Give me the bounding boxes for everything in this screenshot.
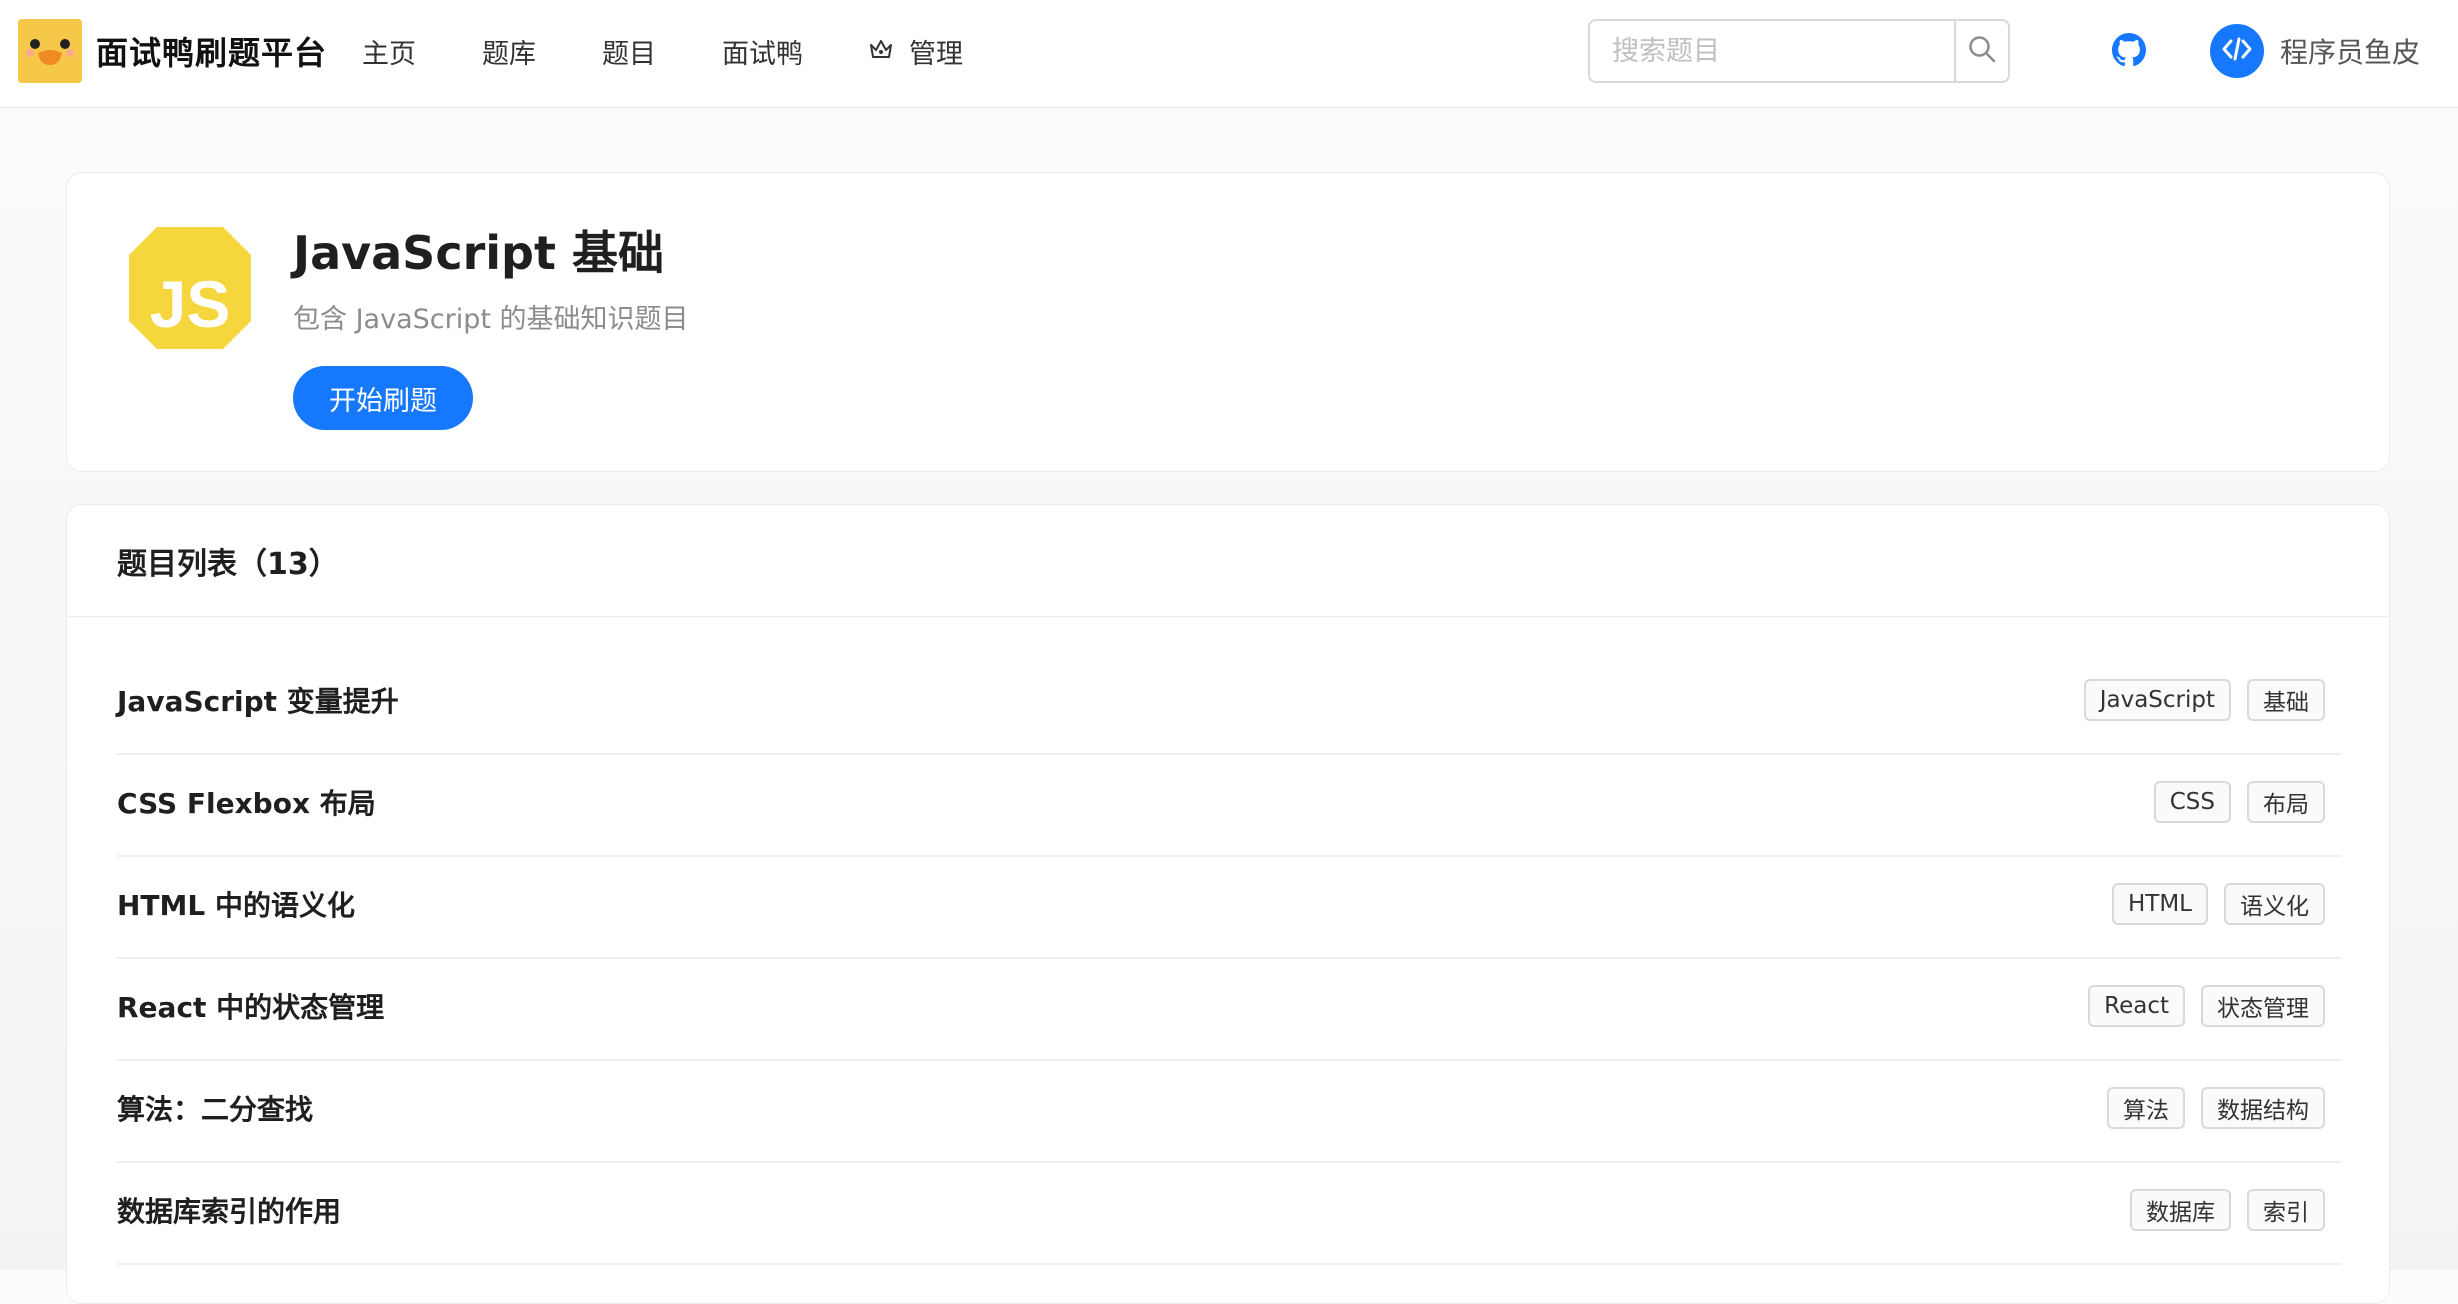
question-title[interactable]: CSS Flexbox 布局	[117, 782, 376, 822]
nav-label: 面试鸭	[722, 38, 803, 70]
tag: 布局	[2247, 781, 2325, 823]
tag: 语义化	[2224, 883, 2325, 925]
nav-item-home[interactable]: 主页	[362, 32, 416, 71]
tag-group: React 状态管理	[2072, 985, 2341, 1027]
tag-group: 数据库 索引	[2114, 1189, 2341, 1231]
search-box	[1588, 19, 2010, 83]
question-row[interactable]: HTML 中的语义化 HTML 语义化	[117, 857, 2341, 959]
user-menu[interactable]: 程序员鱼皮	[2210, 24, 2420, 78]
tag: 基础	[2247, 679, 2325, 721]
tag: 算法	[2107, 1087, 2185, 1129]
tag-group: CSS 布局	[2138, 781, 2341, 823]
search-input[interactable]	[1590, 21, 1954, 81]
nav-label: 主页	[362, 38, 416, 70]
search-button[interactable]	[1954, 21, 2008, 81]
avatar	[2210, 24, 2264, 78]
crown-icon	[869, 36, 893, 67]
question-row[interactable]: 算法：二分查找 算法 数据结构	[117, 1061, 2341, 1163]
question-row[interactable]: CSS Flexbox 布局 CSS 布局	[117, 755, 2341, 857]
question-row[interactable]: JavaScript 变量提升 JavaScript 基础	[117, 653, 2341, 755]
tag: HTML	[2111, 883, 2208, 925]
search-icon	[1967, 34, 1997, 68]
question-row[interactable]: 数据库索引的作用 数据库 索引	[117, 1163, 2341, 1265]
tag: CSS	[2153, 781, 2231, 823]
nav-item-question-banks[interactable]: 题库	[482, 32, 536, 71]
question-list-card: 题目列表（13） JavaScript 变量提升 JavaScript 基础 C…	[66, 504, 2390, 1304]
tag: React	[2088, 985, 2185, 1027]
top-navbar: 面试鸭刷题平台 主页 题库 题目 面试鸭 管理 搜索题目 程序员鱼皮	[0, 0, 2458, 108]
question-title[interactable]: 算法：二分查找	[117, 1088, 313, 1128]
github-icon[interactable]	[2112, 33, 2146, 67]
question-bank-card: JS JavaScript 基础 包含 JavaScript 的基础知识题目 开…	[66, 172, 2390, 472]
nav-label: 题目	[602, 38, 656, 70]
question-list: JavaScript 变量提升 JavaScript 基础 CSS Flexbo…	[117, 653, 2341, 1265]
question-title[interactable]: HTML 中的语义化	[117, 884, 355, 924]
tag-group: 算法 数据结构	[2091, 1087, 2341, 1129]
question-title[interactable]: React 中的状态管理	[117, 986, 384, 1026]
user-name: 程序员鱼皮	[2280, 36, 2421, 69]
tag-group: JavaScript 基础	[2068, 679, 2341, 721]
bank-description: 包含 JavaScript 的基础知识题目	[293, 304, 689, 335]
tag: JavaScript	[2083, 679, 2231, 721]
tag: 索引	[2247, 1189, 2325, 1231]
duck-logo-icon	[18, 19, 82, 83]
question-title[interactable]: 数据库索引的作用	[117, 1190, 341, 1230]
brand-name: 面试鸭刷题平台	[96, 34, 328, 72]
javascript-logo-text: JS	[150, 267, 231, 341]
question-row[interactable]: React 中的状态管理 React 状态管理	[117, 959, 2341, 1061]
tag-group: HTML 语义化	[2096, 883, 2341, 925]
nav-label: 题库	[482, 38, 536, 70]
code-brackets-icon	[2219, 31, 2255, 71]
tag: 数据结构	[2201, 1087, 2325, 1129]
question-list-title: 题目列表（13）	[67, 505, 2389, 617]
brand[interactable]: 面试鸭刷题平台	[18, 19, 327, 83]
nav-item-mianshiya[interactable]: 面试鸭	[722, 32, 803, 71]
question-title[interactable]: JavaScript 变量提升	[117, 680, 399, 720]
javascript-logo-icon: JS	[127, 225, 253, 351]
nav-item-questions[interactable]: 题目	[602, 32, 656, 71]
nav-item-admin[interactable]: 管理	[869, 32, 963, 71]
main-nav: 主页 题库 题目 面试鸭 管理	[362, 29, 1029, 73]
start-practice-button[interactable]: 开始刷题	[293, 366, 473, 430]
nav-label: 管理	[909, 38, 963, 70]
bank-title: JavaScript 基础	[293, 226, 664, 280]
tag: 状态管理	[2201, 985, 2325, 1027]
tag: 数据库	[2130, 1189, 2231, 1231]
